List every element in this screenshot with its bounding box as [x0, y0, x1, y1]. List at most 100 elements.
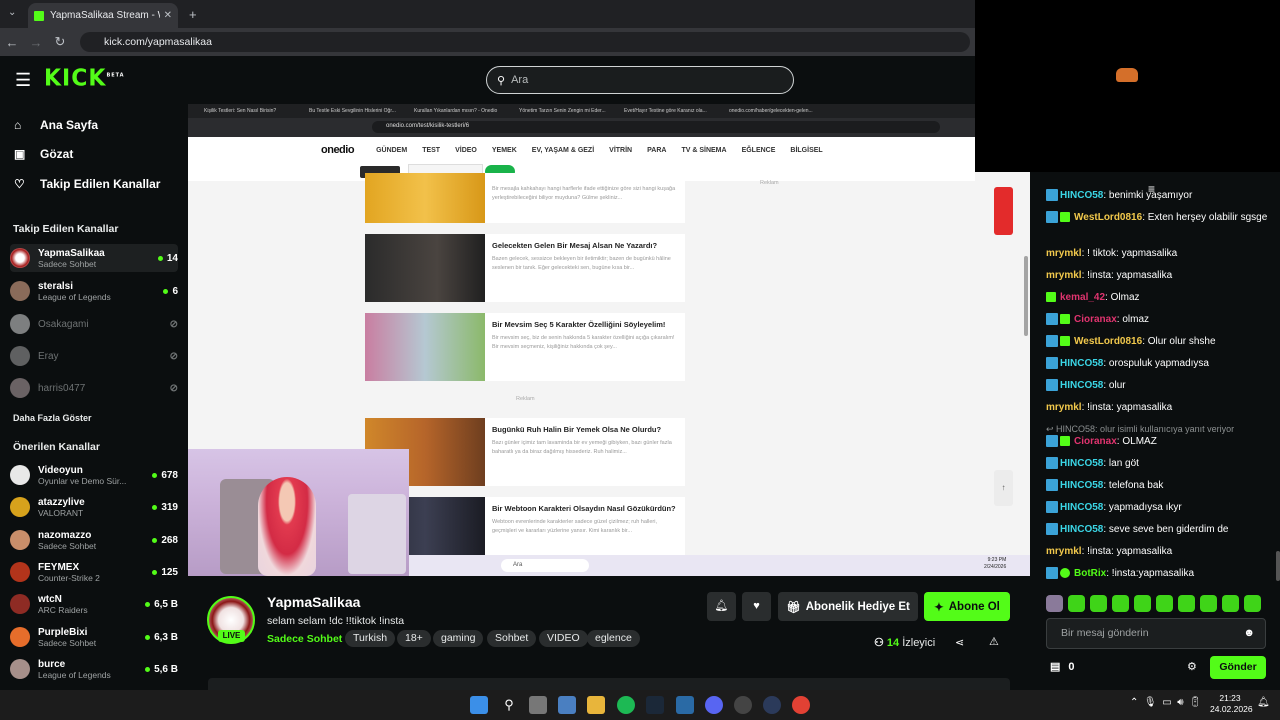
chat-settings-icon[interactable]: ⚙ [1187, 660, 1197, 673]
nav-browse[interactable]: ▣ Gözat [14, 147, 73, 161]
emote-icon[interactable] [1068, 595, 1085, 612]
recommended-channel[interactable]: nazomazzo Sadece Sohbet 268 [10, 526, 178, 554]
badge-icon [1046, 189, 1058, 202]
emote-icon[interactable] [1090, 595, 1107, 612]
store-icon[interactable] [558, 696, 576, 714]
points-icon: ▤ [1050, 661, 1061, 673]
tab-list-icon[interactable]: ⌄ [8, 7, 16, 18]
badge-icon [1046, 335, 1058, 348]
notification-icon[interactable]: 🔔︎ [1257, 697, 1270, 708]
badge-icon [1046, 479, 1058, 492]
notification-bell-button[interactable]: 🔔︎ [707, 592, 736, 621]
reload-icon[interactable]: ↻ [48, 34, 72, 50]
followed-channel[interactable]: YapmaSalikaa Sadece Sohbet 14 [10, 244, 178, 272]
recommended-channel[interactable]: atazzylive VALORANT 319 [10, 493, 178, 521]
emote-icon[interactable] [1222, 595, 1239, 612]
viewers-icon: ⚇ [874, 637, 884, 649]
browser-tab-active[interactable]: YapmaSalikaa Stream - Wat ✕ [28, 3, 178, 28]
subscribe-button[interactable]: ✦ Abone Ol [924, 592, 1010, 621]
follow-heart-button[interactable]: ♥ [742, 592, 771, 621]
discord-icon[interactable] [705, 696, 723, 714]
sidebar: ⌂ Ana Sayfa ▣ Gözat ♡ Takip Edilen Kanallar… [0, 104, 188, 690]
sub-badge-icon [1060, 212, 1070, 223]
recommended-channel[interactable]: wtcN ARC Raiders 6,5 B [10, 590, 178, 618]
chat-message: HINCO58: orospuluk yapmadıysa [1046, 357, 1271, 371]
kick-logo[interactable]: KICKBETA [44, 65, 125, 91]
stream-tag[interactable]: Sohbet [487, 630, 537, 647]
chat-scrollbar[interactable] [1276, 551, 1280, 581]
followed-channel[interactable]: Eray ⊘ [10, 342, 178, 370]
chat-message: HINCO58: benimki yaşamıyor [1046, 189, 1271, 203]
recommended-channel[interactable]: PurpleBixi Sadece Sohbet 6,3 B [10, 623, 178, 651]
chat-message: WestLord0816: Exten herşey olabilir sgsg… [1046, 211, 1271, 225]
avatar [10, 627, 30, 647]
captured-scrollbar [1024, 256, 1028, 336]
chrome-icon[interactable] [792, 696, 810, 714]
gift-subscription-button[interactable]: 🎁︎ Abonelik Hediye Et [778, 592, 918, 621]
streamer-name[interactable]: YapmaSalikaa [267, 594, 360, 610]
system-tray[interactable]: ⌃ 🎙︎ ▭ 🔊︎ 🔋︎ [1130, 697, 1202, 708]
gift-icon: 🎁︎ [786, 601, 801, 614]
sub-badge-icon [1060, 314, 1070, 325]
taskbar-clock[interactable]: 21:23 24.02.2026 [1210, 693, 1253, 715]
recommended-channel[interactable]: burce League of Legends 5,6 B [10, 655, 178, 683]
emote-icon[interactable] [1178, 595, 1195, 612]
captured-article-card: Bir Mevsim Seç 5 Karakter Özelliğini Söy… [365, 313, 685, 381]
forward-icon[interactable]: → [24, 35, 48, 50]
stream-tag[interactable]: VIDEO [539, 630, 588, 647]
stream-tag[interactable]: 18+ [397, 630, 431, 647]
stream-tag[interactable]: Turkish [345, 630, 396, 647]
show-more-link[interactable]: Daha Fazla Göster [13, 413, 92, 423]
chat-message: BotRix: !insta:yapmasalika [1046, 567, 1271, 581]
avatar [10, 281, 30, 301]
send-button[interactable]: Gönder [1210, 656, 1266, 679]
captured-browser-tabs: Kişilik Testleri: Sen Nasıl Birisin? Bu T… [188, 104, 975, 118]
captured-feedback-tab [994, 187, 1013, 235]
report-icon[interactable]: ⚠ [989, 635, 999, 648]
followed-channel[interactable]: Osakagami ⊘ [10, 310, 178, 338]
steam-icon[interactable] [646, 696, 664, 714]
close-tab-icon[interactable]: ✕ [164, 10, 172, 21]
recommended-channel[interactable]: FEYMEX Counter-Strike 2 125 [10, 558, 178, 586]
new-tab-icon[interactable]: + [189, 7, 197, 22]
chat-input[interactable]: Bir mesaj gönderin ☻ [1046, 618, 1266, 649]
browse-icon: ▣ [14, 147, 26, 161]
channel-points[interactable]: ▤ 0 [1050, 660, 1075, 673]
emote-icon[interactable] [1156, 595, 1173, 612]
chat-message: Cioranax: OLMAZ [1046, 435, 1271, 449]
emote-icon[interactable] [1244, 595, 1261, 612]
avatar [10, 378, 30, 398]
share-icon[interactable]: ⋖ [955, 636, 964, 649]
back-icon[interactable]: ← [0, 35, 24, 50]
stream-category[interactable]: Sadece Sohbet [267, 633, 342, 645]
url-bar[interactable]: kick.com/yapmasalikaa [80, 32, 970, 52]
tab-title: YapmaSalikaa Stream - Wat [50, 10, 160, 21]
nav-following[interactable]: ♡ Takip Edilen Kanallar [14, 177, 160, 191]
menu-icon[interactable]: ☰ [15, 71, 31, 89]
search-input[interactable]: ⚲ Ara [486, 66, 794, 94]
followed-channel[interactable]: steralsi League of Legends 6 [10, 277, 178, 305]
spotify-icon[interactable] [617, 696, 635, 714]
recommended-channel[interactable]: Videoyun Oyunlar ve Demo Sür... 678 [10, 461, 178, 489]
emoji-icon[interactable]: ☻ [1243, 619, 1255, 648]
chat-message: HINCO58: telefona bak [1046, 479, 1271, 493]
task-view-icon[interactable] [529, 696, 547, 714]
app-icon[interactable] [676, 696, 694, 714]
search-icon[interactable]: ⚲ [500, 696, 518, 714]
live-badge: LIVE [218, 630, 245, 642]
emote-icon[interactable] [1200, 595, 1217, 612]
stream-tag[interactable]: eglence [587, 630, 640, 647]
avatar [10, 346, 30, 366]
live-dot-icon [152, 569, 158, 575]
emote-icon[interactable] [1046, 595, 1063, 612]
start-icon[interactable] [470, 696, 488, 714]
app-icon[interactable] [763, 696, 781, 714]
emote-icon[interactable] [1112, 595, 1129, 612]
emote-icon[interactable] [1134, 595, 1151, 612]
obs-icon[interactable] [734, 696, 752, 714]
stream-tag[interactable]: gaming [433, 630, 484, 647]
followed-channel[interactable]: harris0477 ⊘ [10, 374, 178, 402]
captured-article-card: Bir Webtoon Karakteri Olsaydın Nasıl Göz… [365, 497, 685, 555]
file-explorer-icon[interactable] [587, 696, 605, 714]
nav-home[interactable]: ⌂ Ana Sayfa [14, 118, 98, 132]
